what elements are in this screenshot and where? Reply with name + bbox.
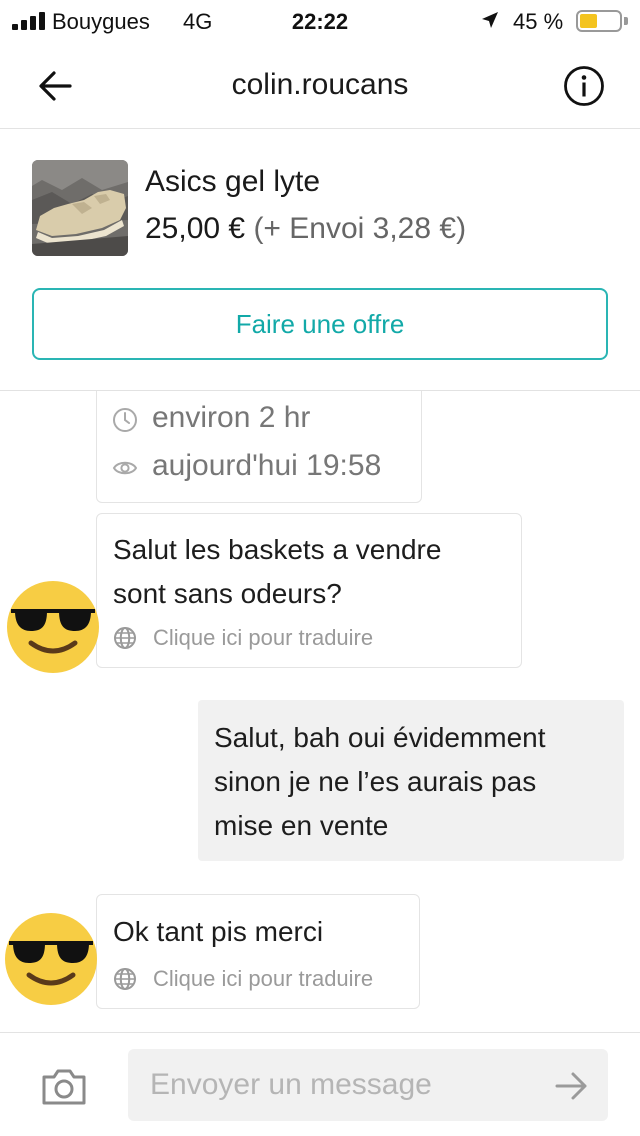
message-list[interactable]: environ 2 hr aujourd'hui 19:58 Salut les… (0, 391, 640, 1032)
battery-percent: 45 % (513, 9, 564, 34)
message-text-line: Ok tant pis merci (113, 916, 324, 947)
username-title[interactable]: colin.roucans (0, 68, 640, 102)
sunglasses-emoji-icon[interactable] (3, 577, 103, 677)
response-time: environ 2 hr (152, 401, 311, 434)
translate-label: Clique ici pour traduire (153, 625, 374, 650)
info-circle-icon[interactable] (562, 64, 606, 108)
make-offer-button[interactable]: Faire une offre (32, 288, 608, 360)
location-arrow-icon (482, 12, 498, 28)
conversation-header: colin.roucans (0, 44, 640, 129)
globe-icon (114, 968, 136, 990)
last-seen: aujourd'hui 19:58 (152, 449, 382, 482)
item-thumbnail[interactable] (32, 160, 128, 256)
message-text-line: Salut les baskets a vendre (113, 534, 442, 565)
arrow-left-icon[interactable] (34, 64, 78, 108)
battery-level (580, 14, 597, 28)
item-price: 25,00 € (145, 212, 246, 245)
item-title[interactable]: Asics gel lyte (145, 165, 320, 199)
message-composer (0, 1032, 640, 1136)
sunglasses-emoji-icon[interactable] (1, 909, 101, 1009)
translate-label: Clique ici pour traduire (153, 966, 374, 991)
message-text-line: sont sans odeurs? (113, 578, 342, 609)
message-text-line: sinon je ne l’es aurais pas (214, 766, 537, 797)
globe-icon (114, 627, 136, 649)
battery-icon (576, 10, 622, 32)
clock-icon (113, 408, 137, 432)
item-price-line: 25,00 € (+ Envoi 3,28 €) (145, 212, 466, 246)
message-text-line: Salut, bah oui évidemment (214, 722, 546, 753)
sneaker-photo (32, 160, 128, 256)
status-bar: Bouygues 4G 22:22 45 % (0, 0, 640, 44)
shipping-cost: (+ Envoi 3,28 €) (253, 212, 467, 245)
eye-icon (112, 461, 138, 475)
camera-icon[interactable] (40, 1067, 88, 1107)
arrow-right-icon[interactable] (554, 1071, 590, 1101)
message-text-line: mise en vente (214, 810, 389, 841)
battery-tip (624, 17, 628, 25)
message-input[interactable] (128, 1049, 608, 1121)
